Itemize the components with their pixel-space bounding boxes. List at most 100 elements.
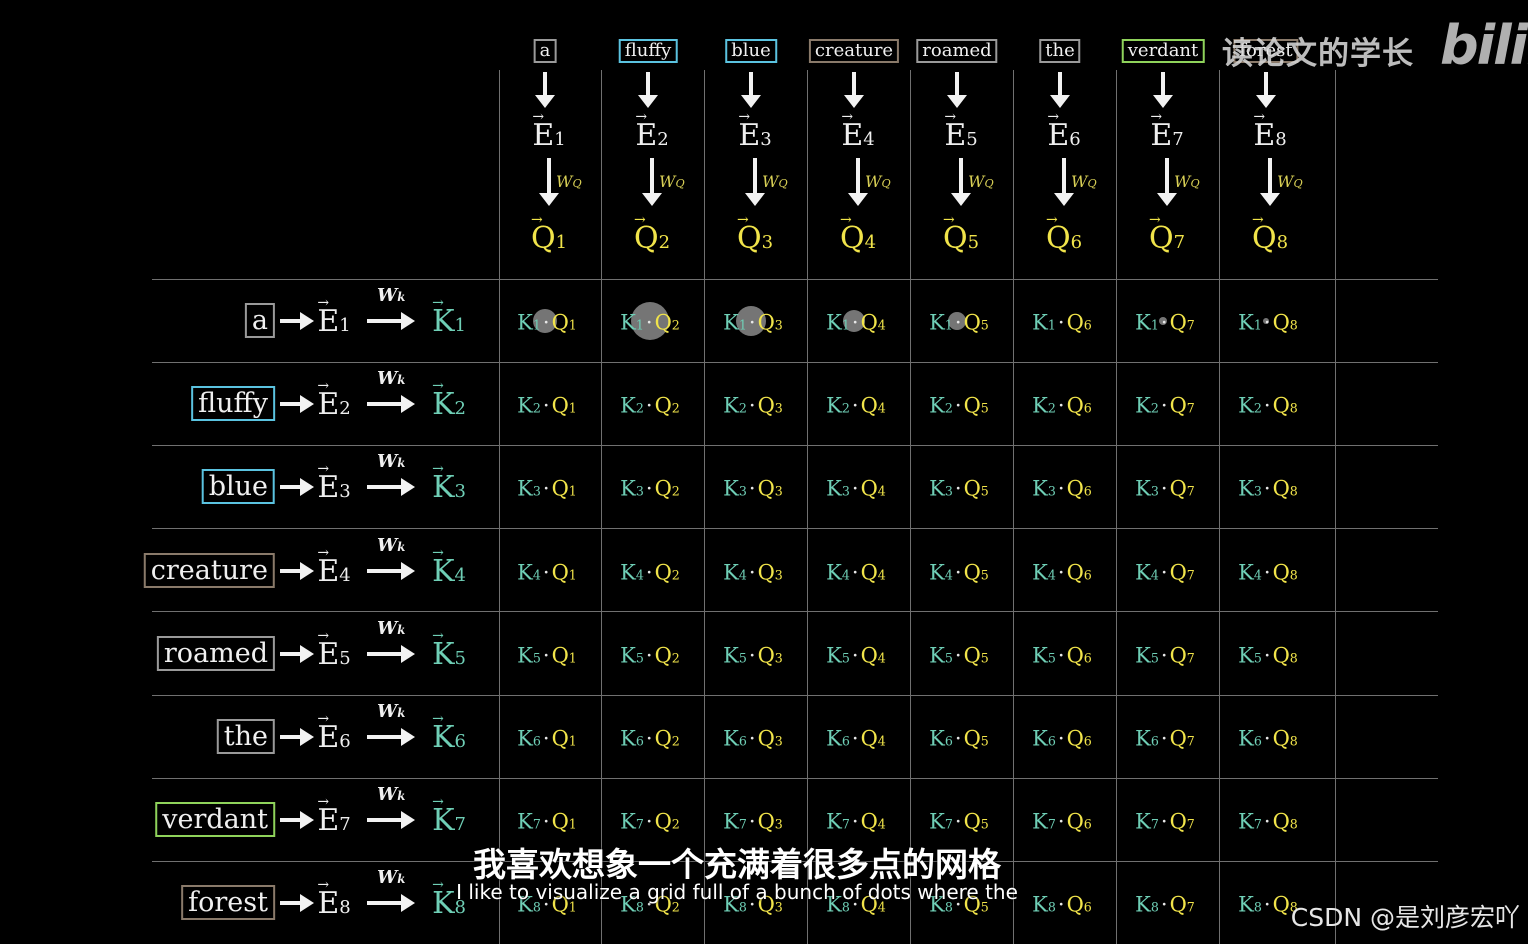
embedding-vector-e2-arrow: →	[635, 109, 648, 125]
embedding-vector-e1-sub: 1	[554, 129, 566, 150]
down-arrow-icon	[1153, 72, 1173, 108]
query-sub: 8	[1289, 816, 1298, 832]
query-term: Q	[1066, 726, 1084, 751]
column-word-5: roamed	[916, 39, 998, 63]
dot-product-cell: K3·Q4	[826, 478, 886, 500]
query-vector-q1-arrow: →	[530, 212, 543, 228]
dot-product-cell: K6·Q8	[1238, 726, 1298, 751]
dot-operator: ·	[1263, 560, 1271, 585]
embedding-vector-row-e2: → E2	[317, 379, 350, 420]
dot-product-cell: K3·Q8	[1238, 478, 1298, 500]
key-vector-k5-sub: 5	[454, 648, 466, 669]
query-sub: 2	[671, 567, 680, 583]
key-sub: 6	[841, 733, 850, 749]
key-term: K	[620, 476, 636, 501]
dot-operator: ·	[1263, 310, 1271, 335]
dot-operator: ·	[748, 310, 756, 335]
key-vector-k7: → K7	[432, 795, 466, 836]
key-term: K	[1238, 809, 1254, 834]
wq-sub: Q	[572, 177, 582, 190]
dot-product-cell: K1·Q2	[620, 310, 680, 335]
channel-watermark: 读论文的学长	[1222, 36, 1414, 72]
key-term: K	[1032, 476, 1048, 501]
query-sub: 1	[568, 816, 577, 832]
dot-operator: ·	[748, 726, 756, 751]
key-term: K	[1238, 726, 1254, 751]
embedding-vector-e5-sub: 5	[966, 129, 978, 150]
grid-column-line	[1219, 70, 1220, 944]
row-word-8: forest	[181, 885, 275, 920]
key-sub: 4	[635, 567, 644, 583]
query-sub: 3	[774, 400, 783, 416]
key-sub: 7	[635, 816, 644, 832]
key-sub: 1	[944, 317, 953, 333]
query-term: Q	[1066, 892, 1084, 917]
query-sub: 4	[877, 317, 886, 333]
dot-operator: ·	[1160, 809, 1168, 834]
dot-product-cell: K5·Q5	[929, 645, 989, 667]
embedding-vector-e8-arrow: →	[1253, 109, 1266, 125]
query-sub: 7	[1186, 899, 1195, 915]
embedding-vector-row-e4: → E4	[317, 546, 350, 587]
key-term: K	[826, 560, 842, 585]
grid-column-line	[807, 70, 808, 944]
wq-sub: Q	[778, 177, 788, 190]
column-word-3: blue	[725, 39, 777, 63]
embedding-vector-e6-sub: 6	[1069, 129, 1081, 150]
dot-operator: ·	[1057, 643, 1065, 668]
dot-operator: ·	[645, 310, 653, 335]
embedding-vector-row-e7-arrow: →	[317, 794, 330, 810]
key-vector-k1-sub: 1	[454, 315, 466, 336]
dot-operator: ·	[1160, 560, 1168, 585]
grid-row-line	[152, 528, 1438, 529]
key-sub: 2	[1047, 400, 1056, 416]
query-sub: 5	[980, 483, 989, 499]
key-vector-k7-arrow: →	[432, 794, 444, 810]
key-term: K	[517, 809, 533, 834]
dot-product-cell: K4·Q8	[1238, 560, 1298, 585]
right-arrow-icon	[280, 395, 314, 413]
key-term: K	[1238, 643, 1254, 668]
query-sub: 3	[774, 733, 783, 749]
dot-operator: ·	[954, 726, 962, 751]
query-sub: 6	[1083, 650, 1092, 666]
key-sub: 6	[738, 733, 747, 749]
query-vector-q6: → Q6	[1046, 213, 1082, 254]
key-sub: 7	[841, 816, 850, 832]
column-word-1: a	[533, 39, 557, 63]
query-sub: 1	[568, 317, 577, 333]
embedding-vector-row-e7-sub: 7	[339, 814, 351, 835]
key-vector-k2-arrow: →	[432, 378, 444, 394]
column-word-6: the	[1039, 39, 1081, 63]
query-term: Q	[757, 726, 775, 751]
dot-product-cell: K4·Q1	[517, 560, 577, 585]
embedding-vector-row-e5-sub: 5	[339, 648, 351, 669]
dot-operator: ·	[954, 809, 962, 834]
key-sub: 2	[1253, 400, 1262, 416]
dot-product-cell: K5·Q4	[826, 645, 886, 667]
dot-product-cell: K8·Q7	[1135, 894, 1195, 916]
row-word-7: verdant	[155, 802, 275, 837]
query-sub: 8	[1289, 317, 1298, 333]
wk-sub: k	[397, 789, 406, 803]
wk-sub: k	[397, 373, 406, 387]
key-sub: 1	[1253, 317, 1262, 333]
right-arrow-icon	[367, 562, 415, 580]
query-sub: 6	[1083, 733, 1092, 749]
row-word-2: fluffy	[191, 386, 275, 421]
dot-operator: ·	[1160, 476, 1168, 501]
query-sub: 2	[671, 650, 680, 666]
dot-product-cell: K2·Q6	[1032, 395, 1092, 417]
column-word-2: fluffy	[618, 39, 678, 63]
wk-label: Wk	[377, 535, 406, 556]
query-term: Q	[860, 560, 878, 585]
query-term: Q	[1169, 393, 1187, 418]
dot-product-cell: K6·Q6	[1032, 726, 1092, 751]
key-sub: 4	[1150, 567, 1159, 583]
embedding-vector-row-e3-arrow: →	[317, 461, 330, 477]
key-term: K	[517, 560, 533, 585]
dot-product-cell: K1·Q6	[1032, 312, 1092, 334]
dot-operator: ·	[851, 726, 859, 751]
key-term: K	[517, 310, 533, 335]
wq-sub: Q	[675, 177, 685, 190]
